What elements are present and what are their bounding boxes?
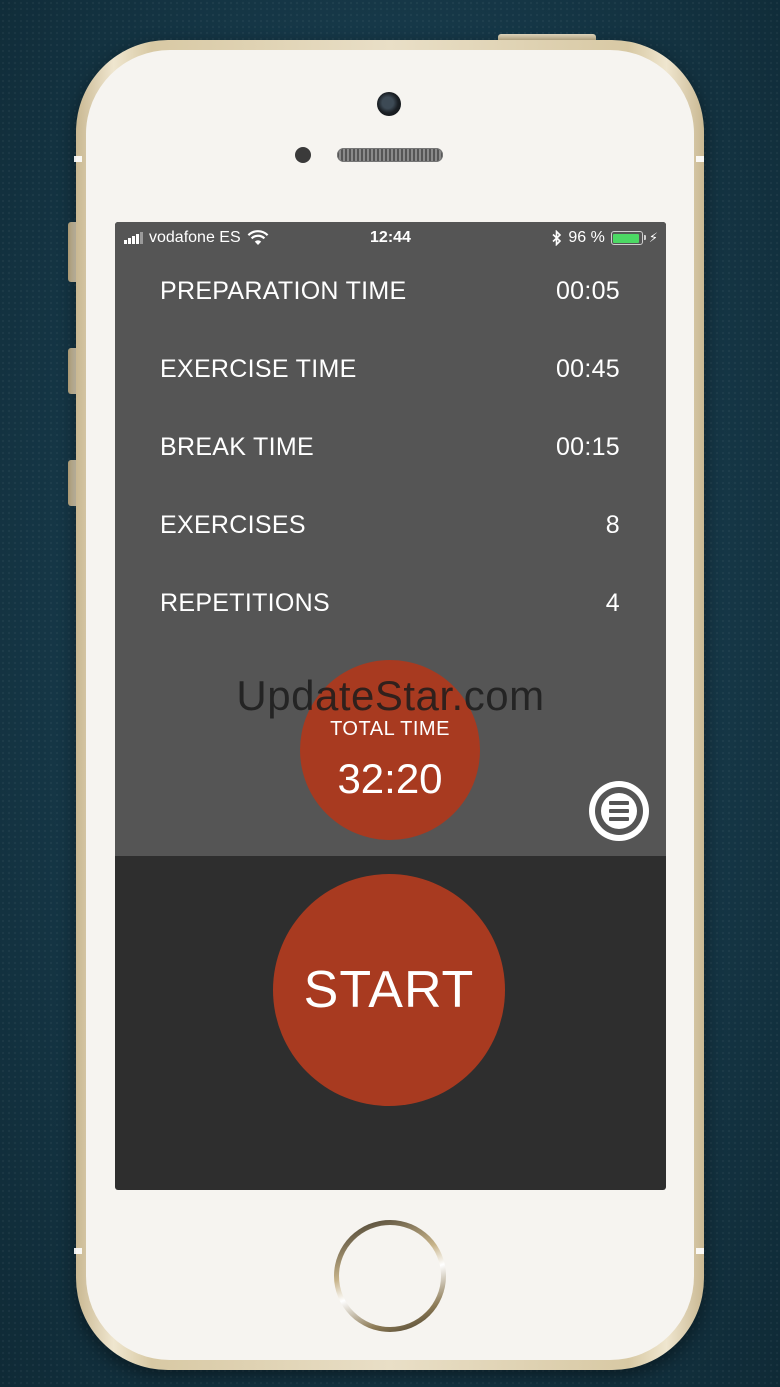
setting-row-exercises[interactable]: EXERCISES 8 [160, 505, 620, 545]
setting-label: PREPARATION TIME [160, 276, 407, 305]
setting-row-break-time[interactable]: BREAK TIME 00:15 [160, 427, 620, 467]
setting-row-repetitions[interactable]: REPETITIONS 4 [160, 583, 620, 623]
settings-panel: vodafone ES 12:44 96 % ⚡ PREPARATION TIM… [115, 222, 666, 856]
setting-value: 8 [605, 510, 620, 539]
setting-label: REPETITIONS [160, 588, 330, 617]
volume-up-button [68, 348, 76, 394]
front-camera [377, 92, 401, 116]
antenna-line [696, 1248, 704, 1254]
menu-button[interactable] [589, 781, 649, 841]
status-bar: vodafone ES 12:44 96 % ⚡ [115, 222, 666, 254]
start-button[interactable]: START [273, 874, 505, 1106]
setting-value: 00:15 [555, 432, 620, 461]
setting-label: BREAK TIME [160, 432, 314, 461]
battery-percent: 96 % [568, 229, 605, 246]
total-time-label: TOTAL TIME [330, 718, 450, 740]
antenna-line [74, 1248, 82, 1254]
charging-bolt-icon: ⚡ [648, 230, 658, 245]
setting-row-exercise-time[interactable]: EXERCISE TIME 00:45 [160, 349, 620, 389]
battery-icon [610, 231, 646, 245]
proximity-sensor [295, 147, 311, 163]
volume-down-button [68, 460, 76, 506]
setting-value: 4 [605, 588, 620, 617]
setting-label: EXERCISE TIME [160, 354, 357, 383]
setting-value: 00:05 [555, 276, 620, 305]
bluetooth-icon [552, 230, 562, 246]
home-button[interactable] [334, 1220, 446, 1332]
antenna-line [696, 156, 704, 162]
watermark-text: UpdateStar.com [236, 672, 545, 719]
total-time-value: 32:20 [337, 755, 443, 802]
earpiece-speaker [337, 148, 443, 162]
setting-row-preparation-time[interactable]: PREPARATION TIME 00:05 [160, 271, 620, 311]
app-screen: vodafone ES 12:44 96 % ⚡ PREPARATION TIM… [115, 222, 666, 1190]
setting-value: 00:45 [555, 354, 620, 383]
setting-label: EXERCISES [160, 510, 306, 539]
antenna-line [74, 156, 82, 162]
menu-list-icon [601, 793, 637, 829]
mute-switch [68, 222, 76, 282]
status-right: 96 % ⚡ [552, 229, 658, 247]
